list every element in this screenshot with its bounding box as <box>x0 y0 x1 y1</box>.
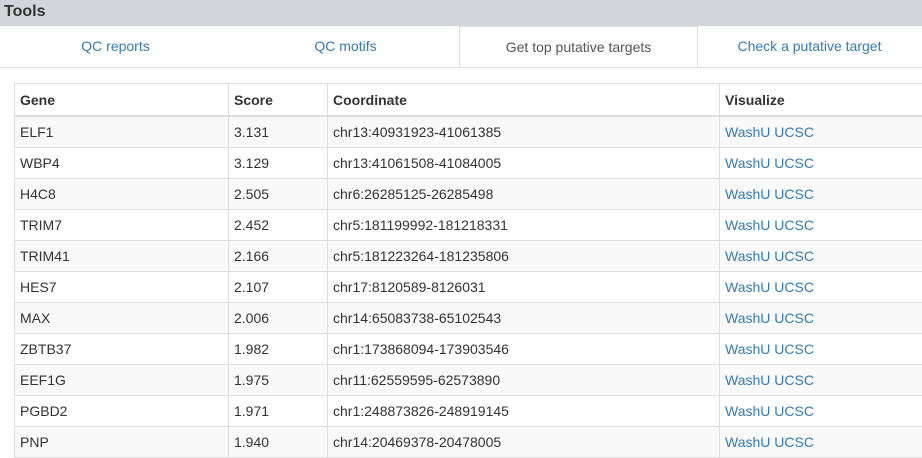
gene-cell: MAX <box>14 302 229 334</box>
tab-qc-motifs[interactable]: QC motifs <box>231 26 460 67</box>
score-cell: 1.975 <box>228 364 328 396</box>
ucsc-link[interactable]: UCSC <box>774 217 814 233</box>
column-header-visualize: Visualize <box>719 83 922 117</box>
ucsc-link[interactable]: UCSC <box>774 403 814 419</box>
visualize-cell: WashU UCSC <box>719 209 922 241</box>
visualize-cell: WashU UCSC <box>719 178 922 210</box>
washu-link[interactable]: WashU <box>725 279 770 295</box>
ucsc-link[interactable]: UCSC <box>774 341 814 357</box>
table-row: TRIM7 2.452 chr5:181199992-181218331 WashU … <box>14 209 922 241</box>
coordinate-cell: chr11:62559595-62573890 <box>327 364 720 396</box>
targets-table: Gene Score Coordinate Visualize ELF1 3.13… <box>14 83 922 458</box>
gene-cell: EEF1G <box>14 364 229 396</box>
tools-header: Tools <box>0 0 922 26</box>
washu-link[interactable]: WashU <box>725 341 770 357</box>
table-row: ELF1 3.131 chr13:40931923-41061385 WashU UC… <box>14 115 922 148</box>
table-row: TRIM41 2.166 chr5:181223264-181235806 WashU… <box>14 240 922 272</box>
washu-link[interactable]: WashU <box>725 217 770 233</box>
table-body: ELF1 3.131 chr13:40931923-41061385 WashU UC… <box>14 115 922 458</box>
gene-cell: HES7 <box>14 271 229 303</box>
gene-cell: H4C8 <box>14 178 229 210</box>
gene-cell: PGBD2 <box>14 395 229 427</box>
coordinate-cell: chr6:26285125-26285498 <box>327 178 720 210</box>
ucsc-link[interactable]: UCSC <box>774 434 814 450</box>
tab-qc-reports[interactable]: QC reports <box>0 26 231 67</box>
ucsc-link[interactable]: UCSC <box>774 279 814 295</box>
tab-check-a-putative-target[interactable]: Check a putative target <box>697 26 922 67</box>
ucsc-link[interactable]: UCSC <box>774 186 814 202</box>
score-cell: 1.940 <box>228 426 328 458</box>
washu-link[interactable]: WashU <box>725 124 770 140</box>
score-cell: 2.166 <box>228 240 328 272</box>
visualize-cell: WashU UCSC <box>719 364 922 396</box>
coordinate-cell: chr1:173868094-173903546 <box>327 333 720 365</box>
score-cell: 2.505 <box>228 178 328 210</box>
targets-table-container[interactable]: Gene Score Coordinate Visualize ELF1 3.13… <box>14 83 922 458</box>
visualize-cell: WashU UCSC <box>719 147 922 179</box>
coordinate-cell: chr14:65083738-65102543 <box>327 302 720 334</box>
gene-cell: TRIM7 <box>14 209 229 241</box>
washu-link[interactable]: WashU <box>725 248 770 264</box>
washu-link[interactable]: WashU <box>725 310 770 326</box>
coordinate-cell: chr14:20469378-20478005 <box>327 426 720 458</box>
visualize-cell: WashU UCSC <box>719 333 922 365</box>
tools-title: Tools <box>4 3 46 20</box>
gene-cell: ELF1 <box>14 115 229 148</box>
ucsc-link[interactable]: UCSC <box>774 124 814 140</box>
score-cell: 2.006 <box>228 302 328 334</box>
ucsc-link[interactable]: UCSC <box>774 372 814 388</box>
score-cell: 3.131 <box>228 115 328 148</box>
column-header-gene[interactable]: Gene <box>14 83 229 117</box>
score-cell: 1.971 <box>228 395 328 427</box>
ucsc-link[interactable]: UCSC <box>774 248 814 264</box>
ucsc-link[interactable]: UCSC <box>774 155 814 171</box>
table-row: PGBD2 1.971 chr1:248873826-248919145 WashU … <box>14 395 922 427</box>
coordinate-cell: chr13:40931923-41061385 <box>327 115 720 148</box>
visualize-cell: WashU UCSC <box>719 302 922 334</box>
column-header-score[interactable]: Score <box>228 83 328 117</box>
washu-link[interactable]: WashU <box>725 155 770 171</box>
table-row: MAX 2.006 chr14:65083738-65102543 WashU UCS… <box>14 302 922 334</box>
table-row: EEF1G 1.975 chr11:62559595-62573890 WashU U… <box>14 364 922 396</box>
visualize-cell: WashU UCSC <box>719 271 922 303</box>
washu-link[interactable]: WashU <box>725 434 770 450</box>
washu-link[interactable]: WashU <box>725 186 770 202</box>
column-header-coordinate[interactable]: Coordinate <box>327 83 720 117</box>
table-row: HES7 2.107 chr17:8120589-8126031 WashU UCSC <box>14 271 922 303</box>
visualize-cell: WashU UCSC <box>719 395 922 427</box>
gene-cell: PNP <box>14 426 229 458</box>
visualize-cell: WashU UCSC <box>719 240 922 272</box>
score-cell: 3.129 <box>228 147 328 179</box>
washu-link[interactable]: WashU <box>725 403 770 419</box>
score-cell: 1.982 <box>228 333 328 365</box>
table-row: H4C8 2.505 chr6:26285125-26285498 WashU UCS… <box>14 178 922 210</box>
table-row: WBP4 3.129 chr13:41061508-41084005 WashU UC… <box>14 147 922 179</box>
visualize-cell: WashU UCSC <box>719 115 922 148</box>
coordinate-cell: chr5:181199992-181218331 <box>327 209 720 241</box>
tab-get-top-putative-targets[interactable]: Get top putative targets <box>459 26 698 67</box>
gene-cell: WBP4 <box>14 147 229 179</box>
score-cell: 2.452 <box>228 209 328 241</box>
tools-tabs: QC reports QC motifs Get top putative ta… <box>0 26 922 68</box>
coordinate-cell: chr1:248873826-248919145 <box>327 395 720 427</box>
score-cell: 2.107 <box>228 271 328 303</box>
table-row: ZBTB37 1.982 chr1:173868094-173903546 WashU… <box>14 333 922 365</box>
table-row: PNP 1.940 chr14:20469378-20478005 WashU UCS… <box>14 426 922 458</box>
visualize-cell: WashU UCSC <box>719 426 922 458</box>
washu-link[interactable]: WashU <box>725 372 770 388</box>
gene-cell: ZBTB37 <box>14 333 229 365</box>
gene-cell: TRIM41 <box>14 240 229 272</box>
table-header-row: Gene Score Coordinate Visualize <box>14 83 922 117</box>
coordinate-cell: chr5:181223264-181235806 <box>327 240 720 272</box>
ucsc-link[interactable]: UCSC <box>774 310 814 326</box>
coordinate-cell: chr17:8120589-8126031 <box>327 271 720 303</box>
coordinate-cell: chr13:41061508-41084005 <box>327 147 720 179</box>
